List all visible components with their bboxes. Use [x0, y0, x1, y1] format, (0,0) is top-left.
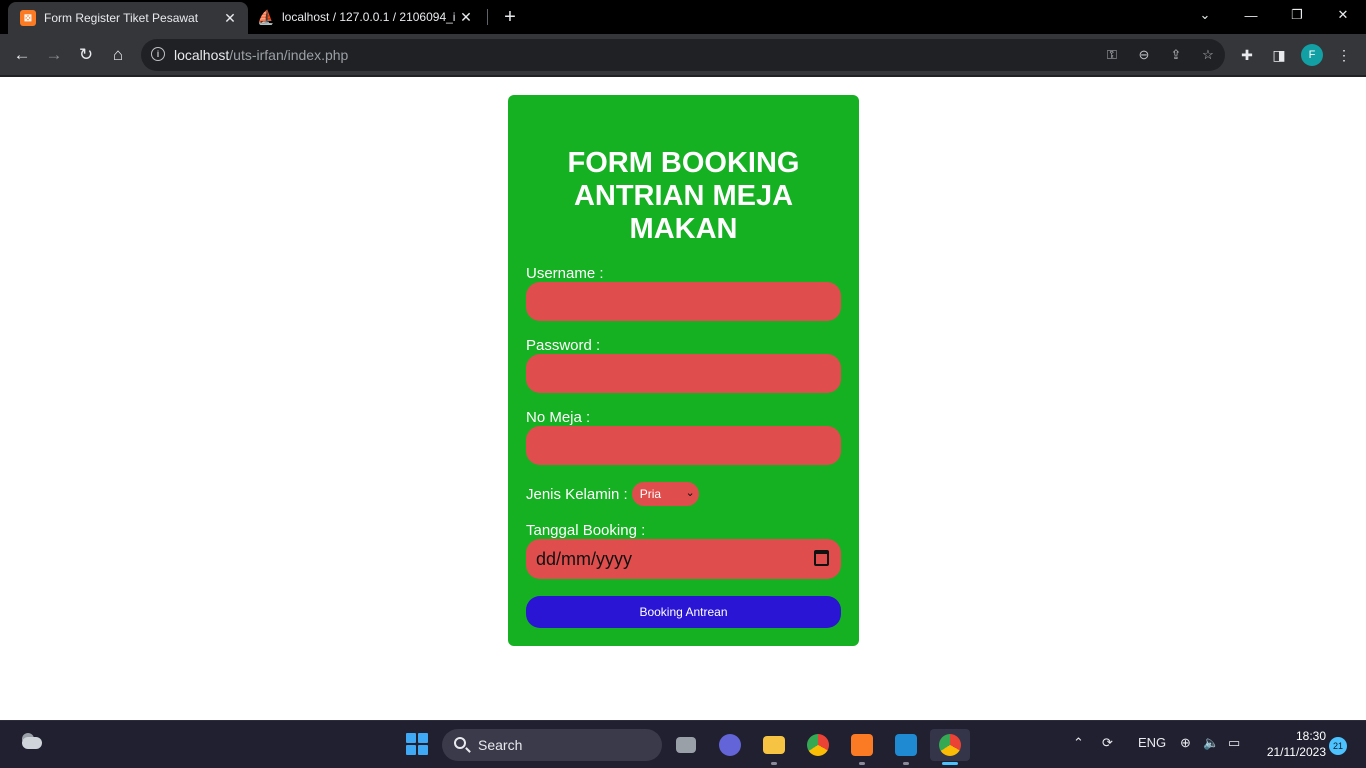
- gender-select[interactable]: Pria ⌄: [631, 482, 699, 506]
- xampp-icon: ⊠: [20, 10, 36, 26]
- taskbar-search[interactable]: Search: [442, 729, 662, 761]
- gender-label: Jenis Kelamin :: [526, 485, 628, 503]
- tab-title: Form Register Tiket Pesawat: [44, 11, 199, 25]
- password-input[interactable]: [526, 354, 841, 393]
- back-button[interactable]: ←: [9, 42, 35, 68]
- booking-submit-button[interactable]: Booking Antrean: [526, 596, 841, 628]
- new-tab-button[interactable]: +: [498, 5, 522, 29]
- phpmyadmin-icon: ⛵: [257, 8, 275, 25]
- table-number-label: No Meja :: [526, 409, 591, 426]
- close-tab-icon[interactable]: ✕: [220, 8, 240, 28]
- tab-separator: [487, 9, 488, 25]
- tab-title: localhost / 127.0.0.1 / 2106094_i: [282, 10, 456, 24]
- url-host: localhost: [174, 47, 230, 63]
- weather-icon[interactable]: [20, 731, 44, 753]
- home-button[interactable]: ⌂: [105, 42, 131, 68]
- url-text: localhost/uts-irfan/index.php: [174, 47, 348, 63]
- tab-form-register[interactable]: ⊠ Form Register Tiket Pesawat ✕: [8, 2, 248, 34]
- network-icon[interactable]: ⊕: [1180, 735, 1191, 751]
- teams-chat-icon[interactable]: [710, 729, 750, 761]
- extensions-icon[interactable]: ✚: [1237, 45, 1257, 65]
- side-panel-icon[interactable]: ◨: [1269, 45, 1289, 65]
- profile-avatar[interactable]: F: [1301, 44, 1323, 66]
- minimize-button[interactable]: —: [1228, 0, 1274, 30]
- booking-form-card: FORM BOOKING ANTRIAN MEJA MAKAN Username…: [508, 95, 859, 646]
- forward-button[interactable]: →: [41, 42, 67, 68]
- browser-toolbar: ← → ↻ ⌂ i localhost/uts-irfan/index.php …: [0, 34, 1366, 76]
- gender-selected-value: Pria: [639, 487, 662, 501]
- chrome-icon[interactable]: [798, 729, 838, 761]
- chrome-profile-icon[interactable]: [930, 729, 970, 765]
- key-icon[interactable]: ⚿: [1103, 46, 1121, 64]
- sync-icon[interactable]: ⟳: [1102, 735, 1113, 751]
- booking-date-input[interactable]: dd/mm/yyyy: [526, 539, 841, 579]
- search-label: Search: [478, 737, 523, 753]
- start-button[interactable]: [406, 733, 428, 755]
- menu-icon[interactable]: ⋮: [1334, 45, 1354, 65]
- close-window-button[interactable]: ✕: [1320, 0, 1366, 30]
- xampp-taskbar-icon[interactable]: [842, 729, 882, 765]
- zoom-icon[interactable]: ⊖: [1135, 46, 1153, 64]
- share-icon[interactable]: ⇪: [1167, 46, 1185, 64]
- volume-icon[interactable]: 🔈: [1203, 735, 1219, 751]
- bookmark-star-icon[interactable]: ☆: [1199, 46, 1217, 64]
- url-path: /uts-irfan/index.php: [229, 47, 349, 63]
- table-number-input[interactable]: [526, 426, 841, 465]
- date-label: Tanggal Booking :: [526, 522, 646, 539]
- task-view-icon[interactable]: [666, 729, 706, 761]
- search-icon: [454, 737, 466, 749]
- chevron-down-icon: ⌄: [685, 487, 695, 499]
- clock-date: 21/11/2023: [1266, 745, 1326, 759]
- battery-icon[interactable]: ▭: [1228, 735, 1240, 751]
- password-label: Password :: [526, 337, 601, 354]
- date-placeholder: dd/mm/yyyy: [536, 549, 633, 569]
- page-viewport: FORM BOOKING ANTRIAN MEJA MAKAN Username…: [0, 77, 1366, 720]
- reload-button[interactable]: ↻: [73, 42, 99, 68]
- username-input[interactable]: [526, 282, 841, 321]
- clock-time: 18:30: [1295, 729, 1326, 743]
- notification-badge[interactable]: 21: [1329, 737, 1347, 755]
- close-tab-icon[interactable]: ✕: [456, 7, 476, 27]
- gender-row: Jenis Kelamin : Pria ⌄: [526, 482, 699, 506]
- file-explorer-icon[interactable]: [754, 729, 794, 765]
- language-indicator[interactable]: ENG: [1138, 735, 1166, 750]
- username-label: Username :: [526, 265, 604, 282]
- tab-phpmyadmin[interactable]: ⛵ localhost / 127.0.0.1 / 2106094_i ✕: [252, 0, 484, 34]
- windows-taskbar: Search ⌃ ⟳ ENG ⊕ 🔈 ▭ 18:30 21/11/2023 21: [0, 720, 1366, 768]
- tab-search-icon[interactable]: ⌄: [1182, 0, 1228, 30]
- system-clock[interactable]: 18:30 21/11/2023: [1258, 728, 1326, 760]
- form-heading: FORM BOOKING ANTRIAN MEJA MAKAN: [567, 147, 800, 245]
- browser-tab-bar: ⊠ Form Register Tiket Pesawat ✕ ⛵ localh…: [0, 0, 1366, 34]
- vscode-icon[interactable]: [886, 729, 926, 765]
- address-bar[interactable]: i localhost/uts-irfan/index.php ⚿ ⊖ ⇪ ☆: [141, 39, 1225, 71]
- chevron-up-icon[interactable]: ⌃: [1073, 735, 1084, 751]
- calendar-icon[interactable]: [814, 550, 829, 566]
- site-info-icon[interactable]: i: [151, 47, 165, 61]
- restore-button[interactable]: ❐: [1274, 0, 1320, 30]
